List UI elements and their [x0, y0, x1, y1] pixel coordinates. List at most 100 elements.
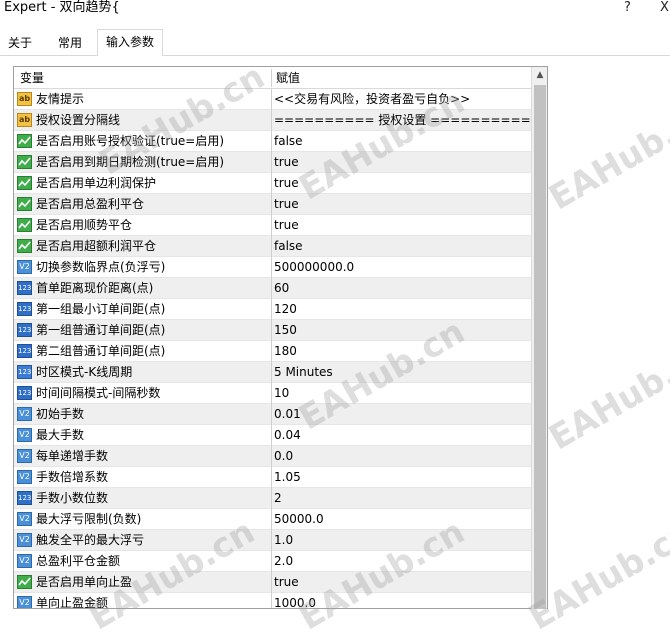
string-icon: ab [17, 92, 32, 106]
table-row[interactable]: V2 单向止盈金额 1000.0 [14, 593, 532, 608]
table-row[interactable]: 是否启用总盈利平仓 true [14, 194, 532, 215]
integer-icon: 123 [17, 281, 32, 295]
table-row[interactable]: V2 最大浮亏限制(负数) 50000.0 [14, 509, 532, 530]
parameter-name: 是否启用顺势平仓 [36, 218, 133, 232]
help-button[interactable]: ? [624, 0, 631, 16]
cell-separator [271, 257, 272, 278]
parameter-value[interactable]: <<交易有风险，投资者盈亏自负>> [274, 89, 470, 110]
cell-separator [271, 488, 272, 509]
table-row[interactable]: 123 首单距离现价距离(点) 60 [14, 278, 532, 299]
close-button[interactable]: X [660, 0, 669, 16]
parameter-name: 是否启用账号授权验证(true=启用) [36, 134, 225, 148]
parameter-value[interactable]: 150 [274, 320, 297, 341]
cell-separator [271, 278, 272, 299]
cell-separator [271, 299, 272, 320]
integer-icon: 123 [17, 491, 32, 505]
parameter-value[interactable]: false [274, 131, 303, 152]
parameter-value[interactable]: 0.0 [274, 446, 293, 467]
scroll-thumb[interactable] [534, 85, 546, 609]
tab-inputs[interactable]: 输入参数 [97, 29, 163, 57]
double-icon: V2 [17, 596, 32, 608]
cell-separator [271, 530, 272, 551]
cell-separator [271, 467, 272, 488]
parameter-name: 时间间隔模式-间隔秒数 [36, 386, 161, 400]
table-row[interactable]: V2 总盈利平仓金额 2.0 [14, 551, 532, 572]
integer-icon: 123 [17, 323, 32, 337]
cell-separator [271, 593, 272, 608]
parameter-value[interactable]: 1.05 [274, 467, 301, 488]
table-row[interactable]: 123 时区模式-K线周期 5 Minutes [14, 362, 532, 383]
parameter-name: 授权设置分隔线 [36, 113, 121, 127]
parameter-value[interactable]: 2 [274, 488, 282, 509]
parameter-name: 最大手数 [36, 428, 85, 442]
table-row[interactable]: 123 第一组普通订单间距(点) 150 [14, 320, 532, 341]
vertical-scrollbar[interactable]: ▲ [531, 67, 547, 609]
table-row[interactable]: V2 初始手数 0.01 [14, 404, 532, 425]
table-row[interactable]: 123 第二组普通订单间距(点) 180 [14, 341, 532, 362]
table-row[interactable]: V2 触发全平的最大浮亏 1.0 [14, 530, 532, 551]
double-icon: V2 [17, 554, 32, 568]
table-row[interactable]: 是否启用账号授权验证(true=启用) false [14, 131, 532, 152]
column-variable[interactable]: 变量 [20, 67, 44, 89]
cell-separator [271, 110, 272, 131]
window-title: Expert - 双向趋势{ [4, 0, 120, 15]
parameter-value[interactable]: ========== 授权设置 ========== [274, 110, 531, 131]
tab-about[interactable]: 关于 [2, 32, 38, 56]
cell-separator [271, 383, 272, 404]
parameter-name: 是否启用单向止盈 [36, 575, 133, 589]
table-row[interactable]: V2 手数倍增系数 1.05 [14, 467, 532, 488]
table-row[interactable]: 是否启用顺势平仓 true [14, 215, 532, 236]
table-row[interactable]: 是否启用超额利润平仓 false [14, 236, 532, 257]
parameter-name: 第一组最小订单间距(点) [36, 302, 166, 316]
parameter-value[interactable]: false [274, 236, 303, 257]
cell-separator [271, 551, 272, 572]
parameter-value[interactable]: true [274, 572, 299, 593]
table-row[interactable]: V2 每单递增手数 0.0 [14, 446, 532, 467]
boolean-icon [17, 176, 32, 190]
integer-icon: 123 [17, 344, 32, 358]
parameters-grid: 变量 赋值 ab 友情提示 <<交易有风险，投资者盈亏自负>> ab 授权设置分隔线 ==… [13, 66, 548, 609]
parameter-value[interactable]: 0.04 [274, 425, 301, 446]
parameter-value[interactable]: 50000.0 [274, 509, 324, 530]
parameter-value[interactable]: 500000000.0 [274, 257, 354, 278]
column-separator [271, 69, 272, 87]
table-row[interactable]: 123 手数小数位数 2 [14, 488, 532, 509]
double-icon: V2 [17, 260, 32, 274]
parameter-value[interactable]: 60 [274, 278, 289, 299]
parameter-value[interactable]: true [274, 173, 299, 194]
table-row[interactable]: 是否启用到期日期检测(true=启用) true [14, 152, 532, 173]
boolean-icon [17, 575, 32, 589]
parameter-value[interactable]: 1000.0 [274, 593, 316, 608]
scroll-up-icon[interactable]: ▲ [532, 67, 548, 84]
parameter-value[interactable]: 2.0 [274, 551, 293, 572]
cell-separator [271, 236, 272, 257]
parameter-name: 是否启用到期日期检测(true=启用) [36, 155, 225, 169]
tab-common[interactable]: 常用 [50, 32, 90, 56]
parameter-value[interactable]: true [274, 215, 299, 236]
integer-icon: 123 [17, 302, 32, 316]
parameter-value[interactable]: 5 Minutes [274, 362, 333, 383]
table-row[interactable]: 是否启用单边利润保护 true [14, 173, 532, 194]
table-row[interactable]: V2 最大手数 0.04 [14, 425, 532, 446]
boolean-icon [17, 239, 32, 253]
parameter-value[interactable]: 10 [274, 383, 289, 404]
boolean-icon [17, 155, 32, 169]
parameter-value[interactable]: 180 [274, 341, 297, 362]
parameter-value[interactable]: true [274, 152, 299, 173]
parameter-value[interactable]: 120 [274, 299, 297, 320]
table-row[interactable]: 123 时间间隔模式-间隔秒数 10 [14, 383, 532, 404]
parameter-name: 是否启用单边利润保护 [36, 176, 157, 190]
parameter-value[interactable]: 0.01 [274, 404, 301, 425]
parameter-value[interactable]: 1.0 [274, 530, 293, 551]
parameter-name: 时区模式-K线周期 [36, 365, 133, 379]
table-row[interactable]: V2 切换参数临界点(负浮亏) 500000000.0 [14, 257, 532, 278]
table-row[interactable]: 123 第一组最小订单间距(点) 120 [14, 299, 532, 320]
parameter-value[interactable]: true [274, 194, 299, 215]
column-value[interactable]: 赋值 [276, 67, 300, 89]
parameter-name: 友情提示 [36, 92, 85, 106]
cell-separator [271, 173, 272, 194]
boolean-icon [17, 218, 32, 232]
table-row[interactable]: ab 友情提示 <<交易有风险，投资者盈亏自负>> [14, 89, 532, 110]
table-row[interactable]: ab 授权设置分隔线 ========== 授权设置 ========== [14, 110, 532, 131]
table-row[interactable]: 是否启用单向止盈 true [14, 572, 532, 593]
